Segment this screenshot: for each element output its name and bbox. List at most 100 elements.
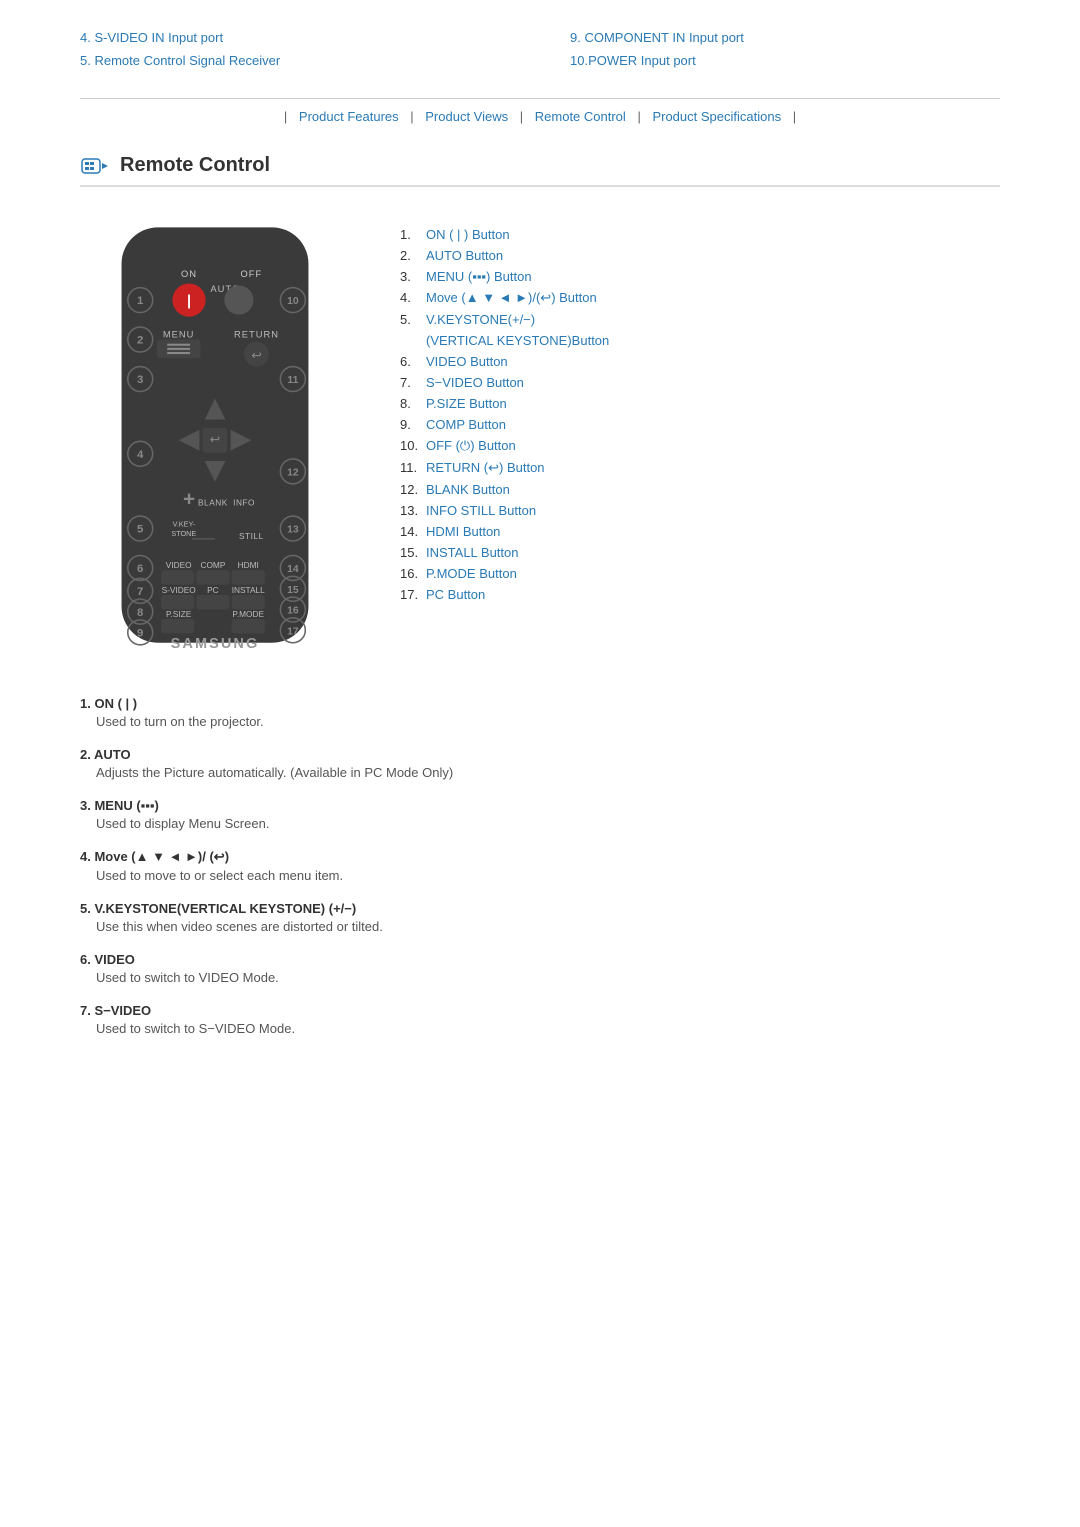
remote-item-8: 8. P.SIZE Button [400, 396, 1000, 411]
main-content: Remote Control 1 2 3 4 [0, 134, 1080, 1074]
svg-text:V.KEY-: V.KEY- [173, 519, 196, 528]
desc-body-1: Used to turn on the projector. [80, 714, 1000, 729]
item-label-14: HDMI Button [426, 524, 500, 539]
item-label-6: VIDEO Button [426, 354, 508, 369]
desc-title-5: 5. V.KEYSTONE(VERTICAL KEYSTONE) (+/−) [80, 901, 1000, 916]
item-label-5b: (VERTICAL KEYSTONE)Button [426, 333, 609, 348]
item-label-3: MENU (▪▪▪) Button [426, 269, 532, 284]
desc-body-4: Used to move to or select each menu item… [80, 868, 1000, 883]
section-title: Remote Control [120, 154, 270, 177]
item-label-8: P.SIZE Button [426, 396, 507, 411]
item-num-6: 6. [400, 354, 420, 369]
svg-text:VIDEO: VIDEO [166, 560, 192, 570]
svg-text:10: 10 [287, 296, 299, 307]
svg-text:S-VIDEO: S-VIDEO [162, 585, 197, 595]
item-label-1: ON ( | ) Button [426, 227, 510, 242]
remote-item-17: 17. PC Button [400, 587, 1000, 602]
desc-title-7: 7. S−VIDEO [80, 1003, 1000, 1018]
desc-title-3: 3. MENU (▪▪▪) [80, 798, 1000, 813]
svg-text:PC: PC [207, 585, 219, 595]
desc-item-7: 7. S−VIDEO Used to switch to S−VIDEO Mod… [80, 1003, 1000, 1036]
svg-text:SAMSUNG: SAMSUNG [171, 636, 260, 652]
item-label-13: INFO STILL Button [426, 503, 536, 518]
top-link-2[interactable]: 9. COMPONENT IN Input port [570, 30, 1000, 45]
top-link-1[interactable]: 4. S-VIDEO IN Input port [80, 30, 510, 45]
remote-item-9: 9. COMP Button [400, 417, 1000, 432]
svg-text:+: + [183, 488, 195, 511]
remote-item-10: 10. OFF (⏻) Button [400, 438, 1000, 454]
nav-sep-1: | [410, 109, 413, 124]
item-label-7: S−VIDEO Button [426, 375, 524, 390]
remote-item-13: 13. INFO STILL Button [400, 503, 1000, 518]
top-link-3[interactable]: 5. Remote Control Signal Receiver [80, 53, 510, 68]
remote-item-11: 11. RETURN (↩) Button [400, 460, 1000, 476]
svg-text:5: 5 [137, 524, 144, 536]
item-label-4: Move (▲ ▼ ◄ ►)/(↩) Button [426, 290, 597, 306]
item-num-5: 5. [400, 312, 420, 327]
svg-text:↩: ↩ [210, 432, 220, 446]
remote-control-svg: 1 2 3 4 5 6 7 8 [80, 217, 350, 653]
item-num-11: 11. [400, 460, 420, 476]
svg-text:STONE: STONE [171, 529, 196, 538]
svg-text:7: 7 [137, 586, 143, 598]
svg-text:8: 8 [137, 607, 143, 619]
item-num-3: 3. [400, 269, 420, 284]
item-label-12: BLANK Button [426, 482, 510, 497]
item-num-17: 17. [400, 587, 420, 602]
nav-product-features[interactable]: Product Features [299, 109, 399, 124]
svg-text:6: 6 [137, 563, 143, 575]
svg-text:RETURN: RETURN [234, 329, 279, 339]
item-num-1: 1. [400, 227, 420, 242]
item-label-2: AUTO Button [426, 248, 503, 263]
item-num-2: 2. [400, 248, 420, 263]
svg-text:2: 2 [137, 335, 143, 347]
remote-image-container: 1 2 3 4 5 6 7 8 [80, 217, 360, 656]
svg-text:INFO: INFO [233, 498, 255, 508]
item-num-12: 12. [400, 482, 420, 497]
remote-item-2: 2. AUTO Button [400, 248, 1000, 263]
svg-text:3: 3 [137, 374, 143, 386]
desc-title-4: 4. Move (▲ ▼ ◄ ►)/ (↩) [80, 849, 1000, 865]
desc-body-3: Used to display Menu Screen. [80, 816, 1000, 831]
desc-item-3: 3. MENU (▪▪▪) Used to display Menu Scree… [80, 798, 1000, 831]
remote-items-list: 1. ON ( | ) Button 2. AUTO Button 3. MEN… [400, 217, 1000, 656]
item-label-5a: V.KEYSTONE(+/−) [426, 312, 535, 327]
svg-text:P.MODE: P.MODE [232, 609, 264, 619]
desc-item-4: 4. Move (▲ ▼ ◄ ►)/ (↩) Used to move to o… [80, 849, 1000, 883]
remote-item-6: 6. VIDEO Button [400, 354, 1000, 369]
item-num-15: 15. [400, 545, 420, 560]
svg-text:HDMI: HDMI [238, 560, 259, 570]
remote-item-12: 12. BLANK Button [400, 482, 1000, 497]
item-num-16: 16. [400, 566, 420, 581]
top-link-4[interactable]: 10.POWER Input port [570, 53, 1000, 68]
svg-text:COMP: COMP [200, 560, 225, 570]
desc-body-5: Use this when video scenes are distorted… [80, 919, 1000, 934]
svg-text:MENU: MENU [163, 329, 195, 339]
desc-item-1: 1. ON ( | ) Used to turn on the projecto… [80, 696, 1000, 729]
svg-text:9: 9 [137, 628, 143, 640]
remote-item-4: 4. Move (▲ ▼ ◄ ►)/(↩) Button [400, 290, 1000, 306]
remote-control-icon [80, 155, 110, 177]
item-label-17: PC Button [426, 587, 485, 602]
remote-items-ol: 1. ON ( | ) Button 2. AUTO Button 3. MEN… [400, 227, 1000, 602]
item-num-14: 14. [400, 524, 420, 539]
nav-remote-control[interactable]: Remote Control [535, 109, 626, 124]
svg-text:13: 13 [287, 525, 299, 536]
desc-body-2: Adjusts the Picture automatically. (Avai… [80, 765, 1000, 780]
svg-text:11: 11 [287, 375, 298, 386]
svg-text:16: 16 [287, 606, 299, 617]
svg-text:↩: ↩ [251, 348, 261, 362]
remote-item-3: 3. MENU (▪▪▪) Button [400, 269, 1000, 284]
item-num-13: 13. [400, 503, 420, 518]
desc-title-6: 6. VIDEO [80, 952, 1000, 967]
svg-text:P.SIZE: P.SIZE [166, 609, 192, 619]
item-num-10: 10. [400, 438, 420, 454]
svg-text:STILL: STILL [239, 531, 264, 541]
nav-sep-3: | [637, 109, 640, 124]
svg-text:17: 17 [287, 626, 299, 637]
svg-text:ON: ON [181, 269, 197, 279]
nav-product-views[interactable]: Product Views [425, 109, 508, 124]
nav-product-specifications[interactable]: Product Specifications [652, 109, 781, 124]
item-label-10: OFF (⏻) Button [426, 438, 516, 454]
desc-body-6: Used to switch to VIDEO Mode. [80, 970, 1000, 985]
